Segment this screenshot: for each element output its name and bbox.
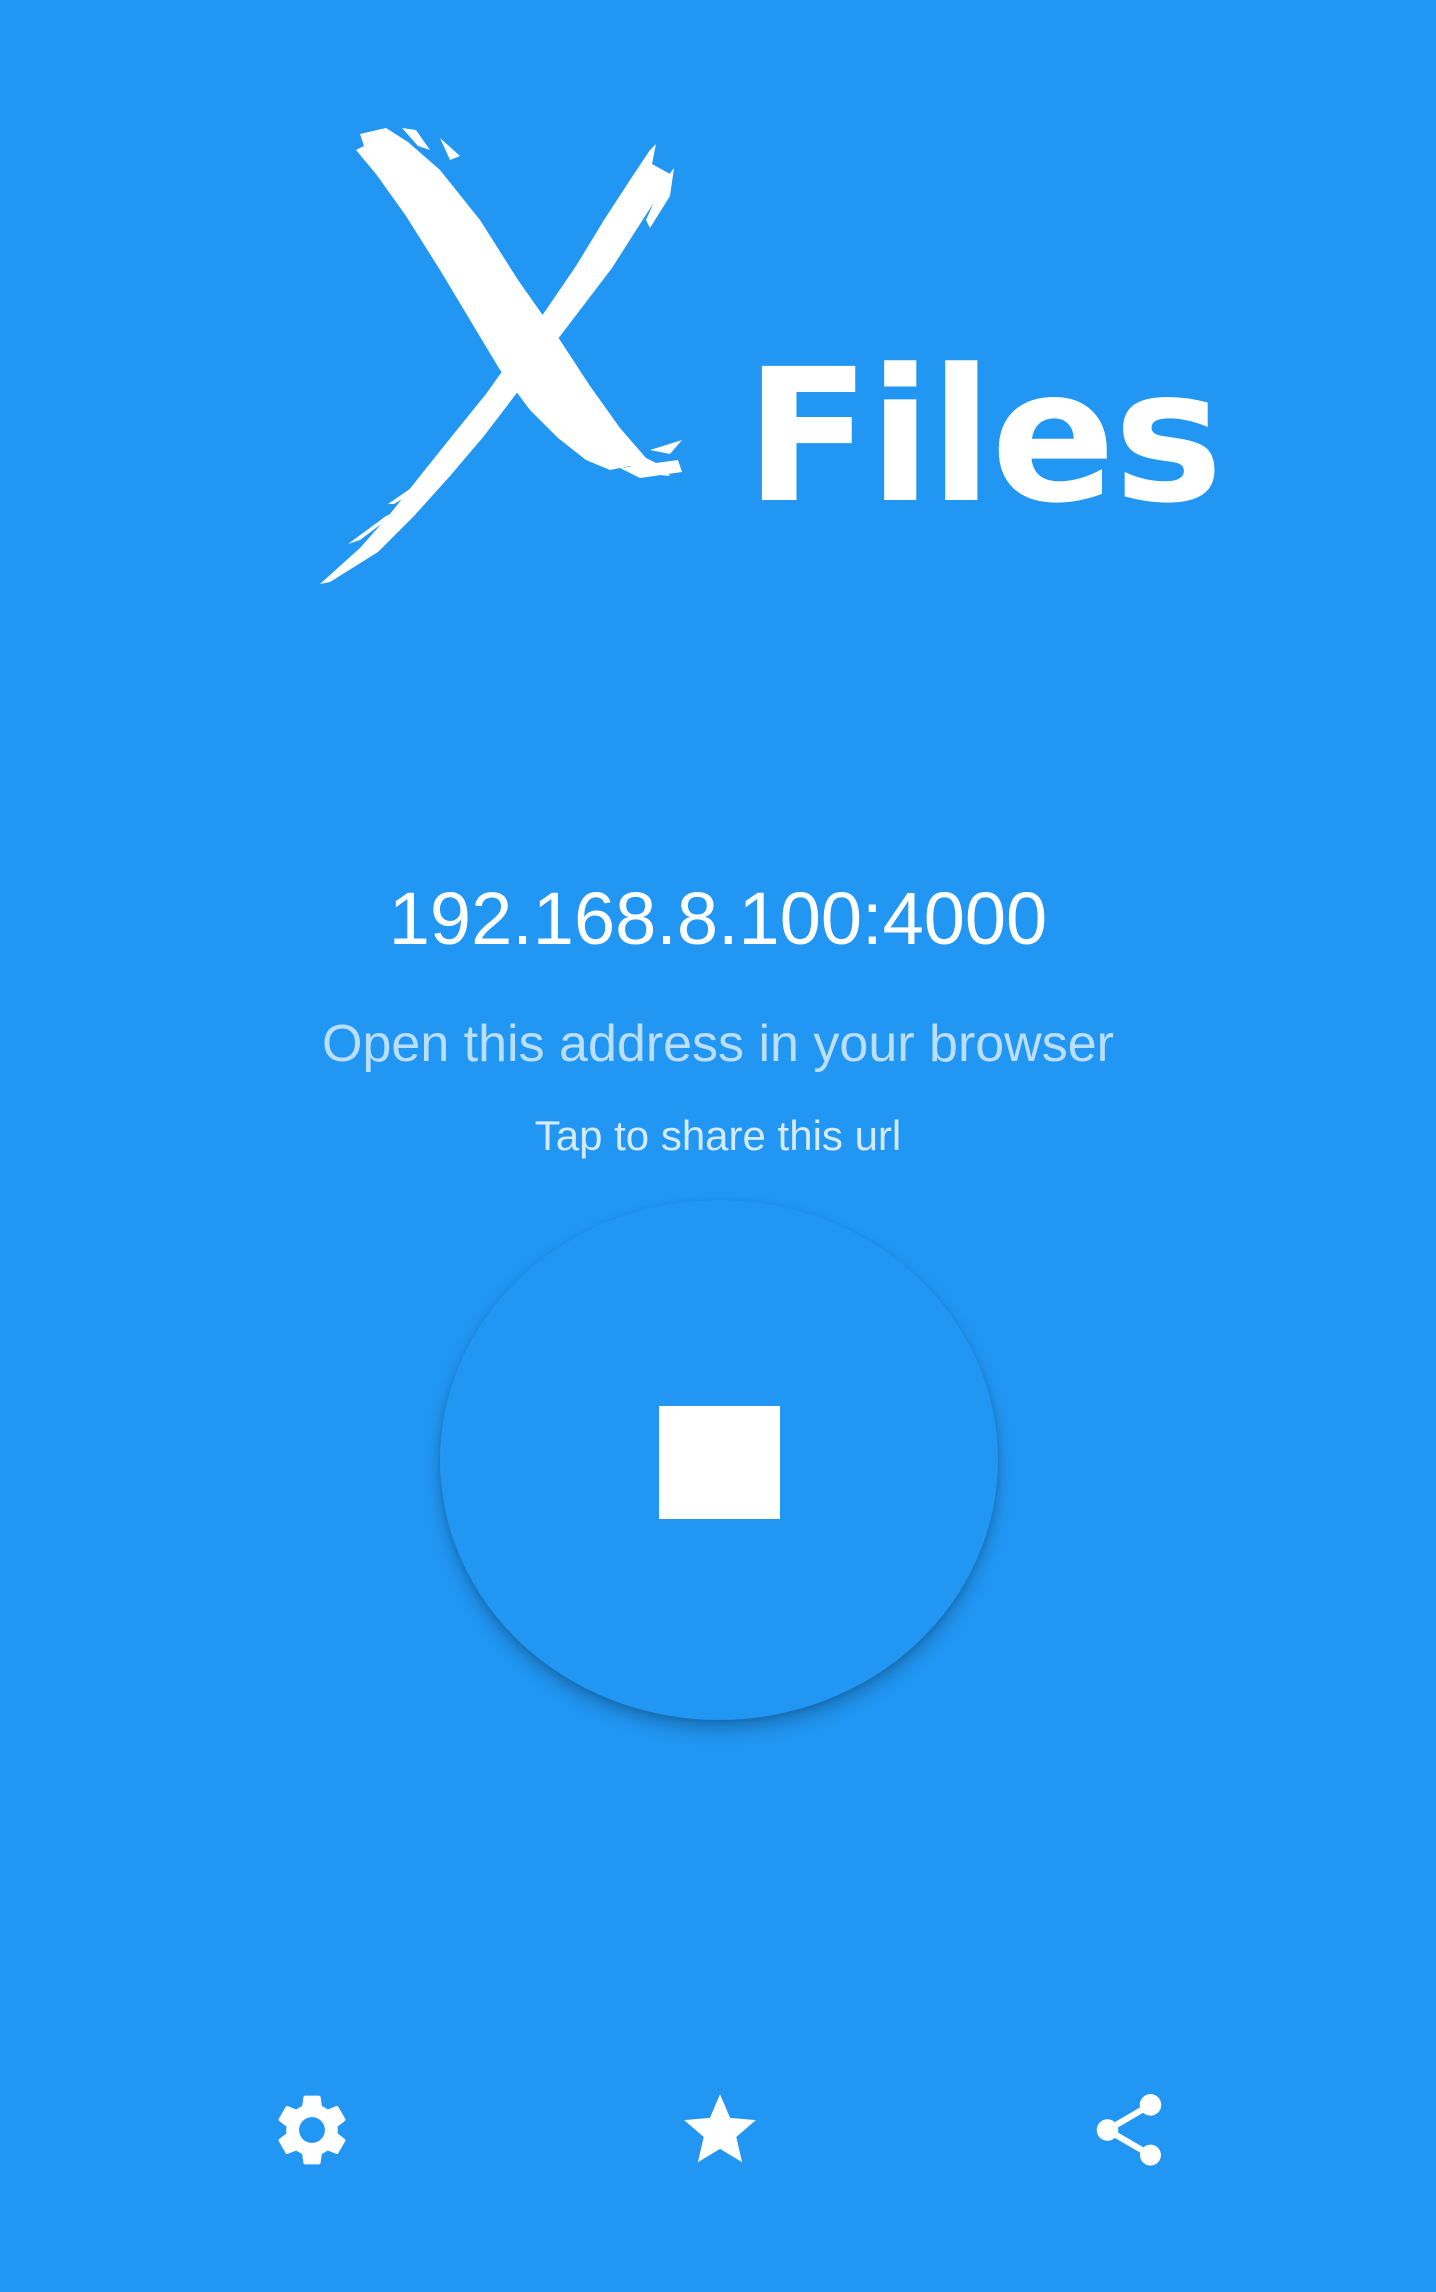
share-url-hint[interactable]: Tap to share this url — [0, 1115, 1436, 1157]
star-icon — [684, 2094, 756, 2163]
favorite-button[interactable] — [670, 2080, 770, 2180]
share-button[interactable] — [1079, 2080, 1179, 2180]
share-icon — [1096, 2094, 1162, 2166]
address-hint: Open this address in your browser — [322, 1015, 1114, 1073]
brush-x-icon — [320, 128, 682, 584]
server-screen: Files 192.168.8.100:4000 Open this addre… — [0, 0, 1436, 2292]
gear-icon — [278, 2095, 346, 2165]
stop-icon — [659, 1406, 780, 1519]
app-title: Files — [745, 330, 1223, 544]
server-address[interactable]: 192.168.8.100:4000 — [0, 882, 1436, 956]
bottom-action-bar — [0, 2080, 1436, 2180]
settings-button[interactable] — [262, 2080, 362, 2180]
stop-server-button[interactable] — [440, 1200, 998, 1720]
app-logo: Files — [290, 120, 1223, 600]
